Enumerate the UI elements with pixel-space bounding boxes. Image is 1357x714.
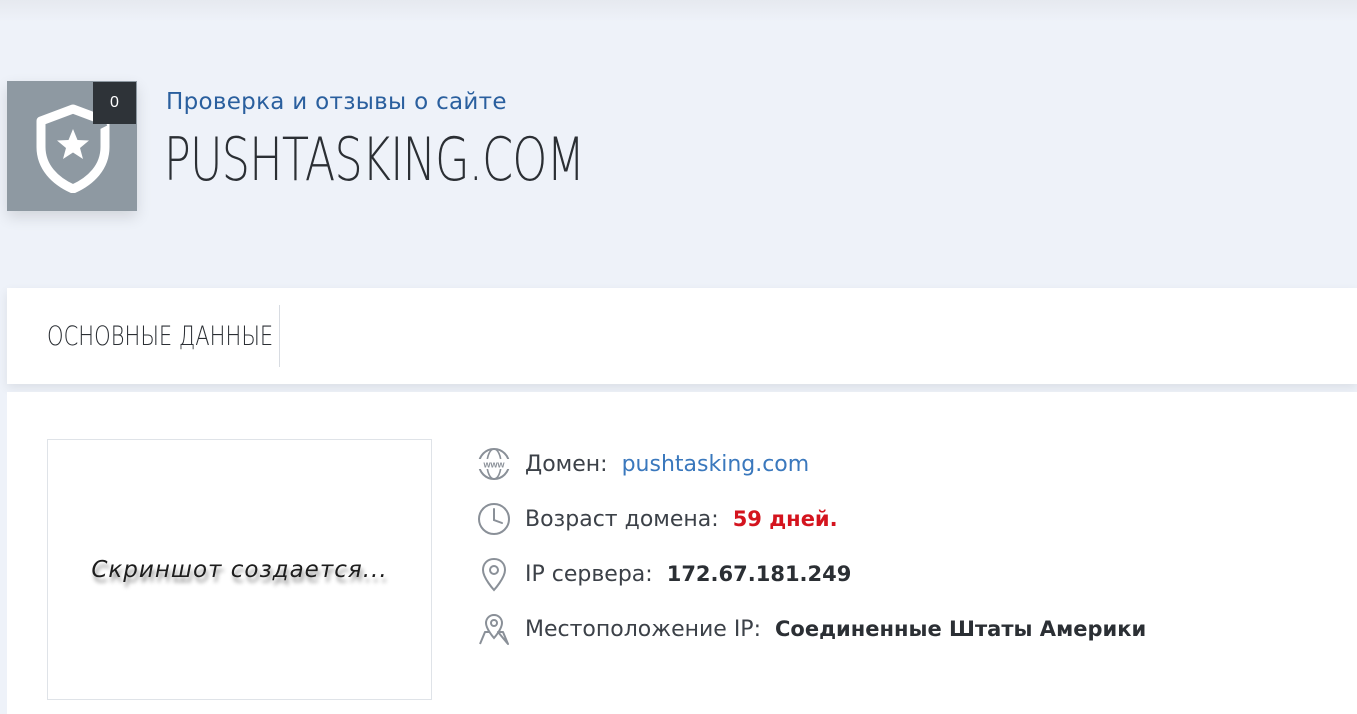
- age-value: 59 дней.: [732, 507, 838, 531]
- map-pin-icon: [481, 557, 507, 592]
- age-label: Возраст домена:: [525, 506, 719, 532]
- info-row-age: Возраст домена: 59 дней.: [476, 501, 838, 537]
- tab-bar: ОСНОВНЫЕ ДАННЫЕ: [7, 288, 1357, 384]
- ip-label: IP сервера:: [525, 561, 653, 587]
- info-row-location: Местоположение IP: Соединенные Штаты Аме…: [476, 611, 1146, 647]
- info-row-domain: www Домен: pushtasking.com: [476, 446, 809, 482]
- top-bar: [0, 0, 1357, 22]
- site-screenshot: Скриншот создается...: [47, 439, 432, 700]
- review-counter: 0: [93, 82, 136, 124]
- svg-text:www: www: [482, 460, 505, 470]
- domain-link[interactable]: pushtasking.com: [622, 452, 810, 477]
- ip-value: 172.67.181.249: [666, 562, 852, 586]
- location-label: Местоположение IP:: [525, 616, 761, 642]
- info-row-ip: IP сервера: 172.67.181.249: [476, 556, 851, 592]
- screenshot-placeholder-text: Скриншот создается...: [91, 556, 388, 583]
- tab-label: ОСНОВНЫЕ ДАННЫЕ: [47, 320, 274, 352]
- domain-label: Домен:: [525, 451, 608, 477]
- map-location-icon: [479, 613, 509, 645]
- page-subtitle: Проверка и отзывы о сайте: [166, 89, 507, 115]
- page-title: PUSHTASKING.COM: [164, 125, 585, 195]
- clock-icon: [478, 503, 510, 535]
- tab-main-data[interactable]: ОСНОВНЫЕ ДАННЫЕ: [7, 305, 280, 367]
- www-icon: www: [478, 448, 510, 480]
- location-value: Соединенные Штаты Америки: [774, 617, 1147, 641]
